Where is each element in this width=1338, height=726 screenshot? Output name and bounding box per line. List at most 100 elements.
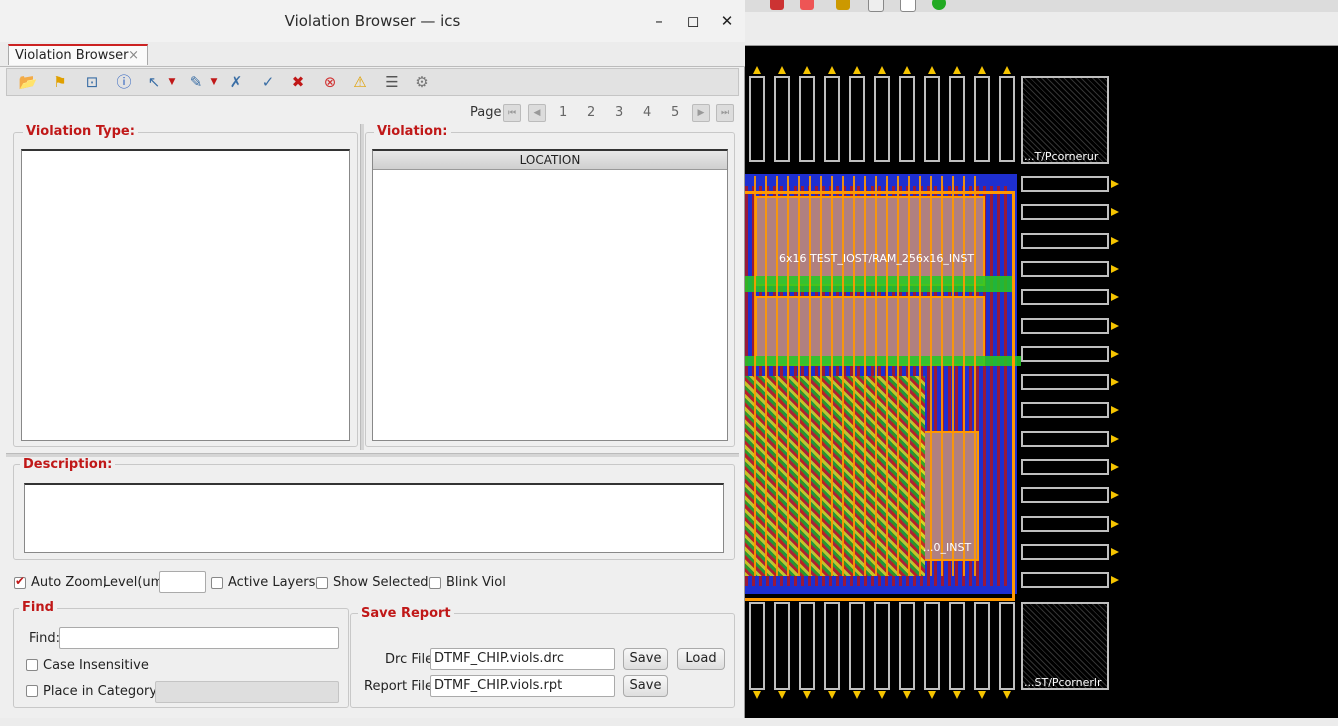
pad-pin-right: [1111, 434, 1119, 443]
pad-pin-right: [1111, 349, 1119, 358]
bg-tool-icon[interactable]: [836, 0, 850, 10]
show-selected-checkbox[interactable]: [316, 577, 328, 589]
level-input[interactable]: [159, 571, 206, 593]
violation-list[interactable]: LOCATION: [372, 149, 728, 441]
pad-pin-right: [1111, 463, 1119, 471]
report-save-button[interactable]: Save: [623, 675, 668, 697]
next-page-button[interactable]: ▶: [692, 104, 710, 122]
page-5[interactable]: 5: [671, 105, 679, 120]
find-group-label: Find: [19, 600, 57, 615]
tab-strip: Violation Browser ×: [0, 42, 745, 67]
bg-tool-icon[interactable]: [932, 0, 946, 10]
description-text[interactable]: [24, 483, 724, 553]
violation-type-label: Violation Type:: [23, 124, 138, 139]
options-icon[interactable]: ☰: [381, 72, 403, 92]
pad-pin-bottom: [803, 691, 811, 699]
bg-tool-icon[interactable]: [900, 0, 916, 12]
pad-pin-top: [878, 66, 886, 74]
last-page-button[interactable]: ⏭: [716, 104, 734, 122]
pad-pin-bottom: [903, 691, 911, 699]
io-pad-top: [899, 76, 915, 162]
violation-type-list[interactable]: [21, 149, 350, 441]
pad-pin-right: [1111, 491, 1119, 500]
io-pad-top: [849, 76, 865, 162]
drc-save-button[interactable]: Save: [623, 648, 668, 670]
bg-tool-icon[interactable]: [868, 0, 884, 12]
corner-label-top-right: ...T/Pcornerur: [1024, 150, 1099, 163]
pad-pin-bottom: [978, 691, 986, 699]
active-layers-checkbox[interactable]: [211, 577, 223, 589]
io-pad-right: [1021, 232, 1109, 249]
page-3[interactable]: 3: [615, 105, 623, 120]
tab-violation-browser[interactable]: Violation Browser ×: [8, 44, 148, 65]
check-marks-icon[interactable]: ✓: [257, 72, 279, 92]
minimize-button[interactable]: –: [648, 10, 670, 32]
toolbar: 📂 ⚑ ⊡ ⓘ ↖ ▼ ✎ ▼ ✗ ✓ ✖ ⊗ ⚠ ☰ ⚙: [6, 68, 739, 96]
io-pad-right: [1021, 374, 1109, 391]
violation-label: Violation:: [374, 124, 451, 139]
io-pad-bottom: [899, 602, 915, 690]
report-file-input[interactable]: DTMF_CHIP.viols.rpt: [430, 675, 615, 697]
pad-pin-top: [928, 66, 936, 74]
bg-tool-icon[interactable]: [800, 0, 814, 10]
open-folder-icon[interactable]: 📂: [17, 72, 39, 92]
pad-pin-top: [978, 66, 986, 74]
info-icon[interactable]: ⓘ: [113, 72, 135, 92]
tab-close-icon[interactable]: ×: [128, 46, 139, 65]
category-select[interactable]: [155, 681, 339, 703]
pad-pin-right: [1111, 180, 1119, 188]
io-pad-top: [999, 76, 1015, 162]
io-pad-bottom: [849, 602, 865, 690]
io-pad-right: [1021, 204, 1109, 221]
location-column-header[interactable]: LOCATION: [373, 151, 727, 170]
auto-zoom-checkbox[interactable]: [14, 574, 26, 589]
page-2[interactable]: 2: [587, 105, 595, 120]
zoom-fit-icon[interactable]: ⊡: [81, 72, 103, 92]
drc-load-button[interactable]: Load: [677, 648, 725, 670]
blink-viol-checkbox[interactable]: [429, 577, 441, 589]
filter-icon[interactable]: ⚑: [49, 72, 71, 92]
io-pad-bottom: [749, 602, 765, 690]
window-title: Violation Browser — ics: [284, 12, 461, 30]
dropdown-arrow-icon[interactable]: ▼: [203, 72, 225, 92]
warning-icon[interactable]: ⚠: [349, 72, 371, 92]
vertical-splitter[interactable]: [360, 124, 364, 450]
pad-pin-bottom: [853, 691, 861, 699]
case-insensitive-checkbox[interactable]: [26, 659, 38, 671]
dropdown-arrow-icon[interactable]: ▼: [161, 72, 183, 92]
page-1[interactable]: 1: [559, 105, 567, 120]
save-report-label: Save Report: [358, 606, 454, 621]
close-window-button[interactable]: ✕: [716, 10, 738, 32]
io-pad-right: [1021, 176, 1109, 192]
drc-file-input[interactable]: DTMF_CHIP.viols.drc: [430, 648, 615, 670]
first-page-button[interactable]: ⏮: [503, 104, 521, 122]
pad-pin-right: [1111, 264, 1119, 273]
pad-pin-bottom: [828, 691, 836, 699]
layout-canvas[interactable]: 6x16 TEST_IOST/RAM_256x16_INST ...0_INST…: [745, 46, 1338, 726]
bottom-status-strip: [0, 718, 1338, 726]
error-icon[interactable]: ⊗: [319, 72, 341, 92]
title-bar[interactable]: Violation Browser — ics – ◻ ✕: [0, 0, 745, 43]
clear-marks-icon[interactable]: ✗: [225, 72, 247, 92]
io-pad-top: [924, 76, 940, 162]
maximize-button[interactable]: ◻: [682, 10, 704, 32]
pad-pin-right: [1111, 519, 1119, 528]
page-label: Page:: [470, 105, 506, 120]
pad-pin-right: [1111, 236, 1119, 245]
page-4[interactable]: 4: [643, 105, 651, 120]
io-pad-right: [1021, 487, 1109, 504]
prev-page-button[interactable]: ◀: [528, 104, 546, 122]
io-pad-top: [949, 76, 965, 162]
settings-gear-icon[interactable]: ⚙: [411, 72, 433, 92]
pad-pin-top: [828, 66, 836, 74]
place-in-category-checkbox[interactable]: [26, 685, 38, 697]
bg-tool-icon[interactable]: [770, 0, 784, 10]
delete-icon[interactable]: ✖: [287, 72, 309, 92]
io-pad-right: [1021, 515, 1109, 532]
horizontal-splitter[interactable]: [6, 453, 739, 457]
io-pad-right: [1021, 430, 1109, 447]
pad-pin-bottom: [953, 691, 961, 699]
report-file-label: Report File:: [364, 679, 438, 694]
io-pad-bottom: [949, 602, 965, 690]
find-input[interactable]: [59, 627, 339, 649]
